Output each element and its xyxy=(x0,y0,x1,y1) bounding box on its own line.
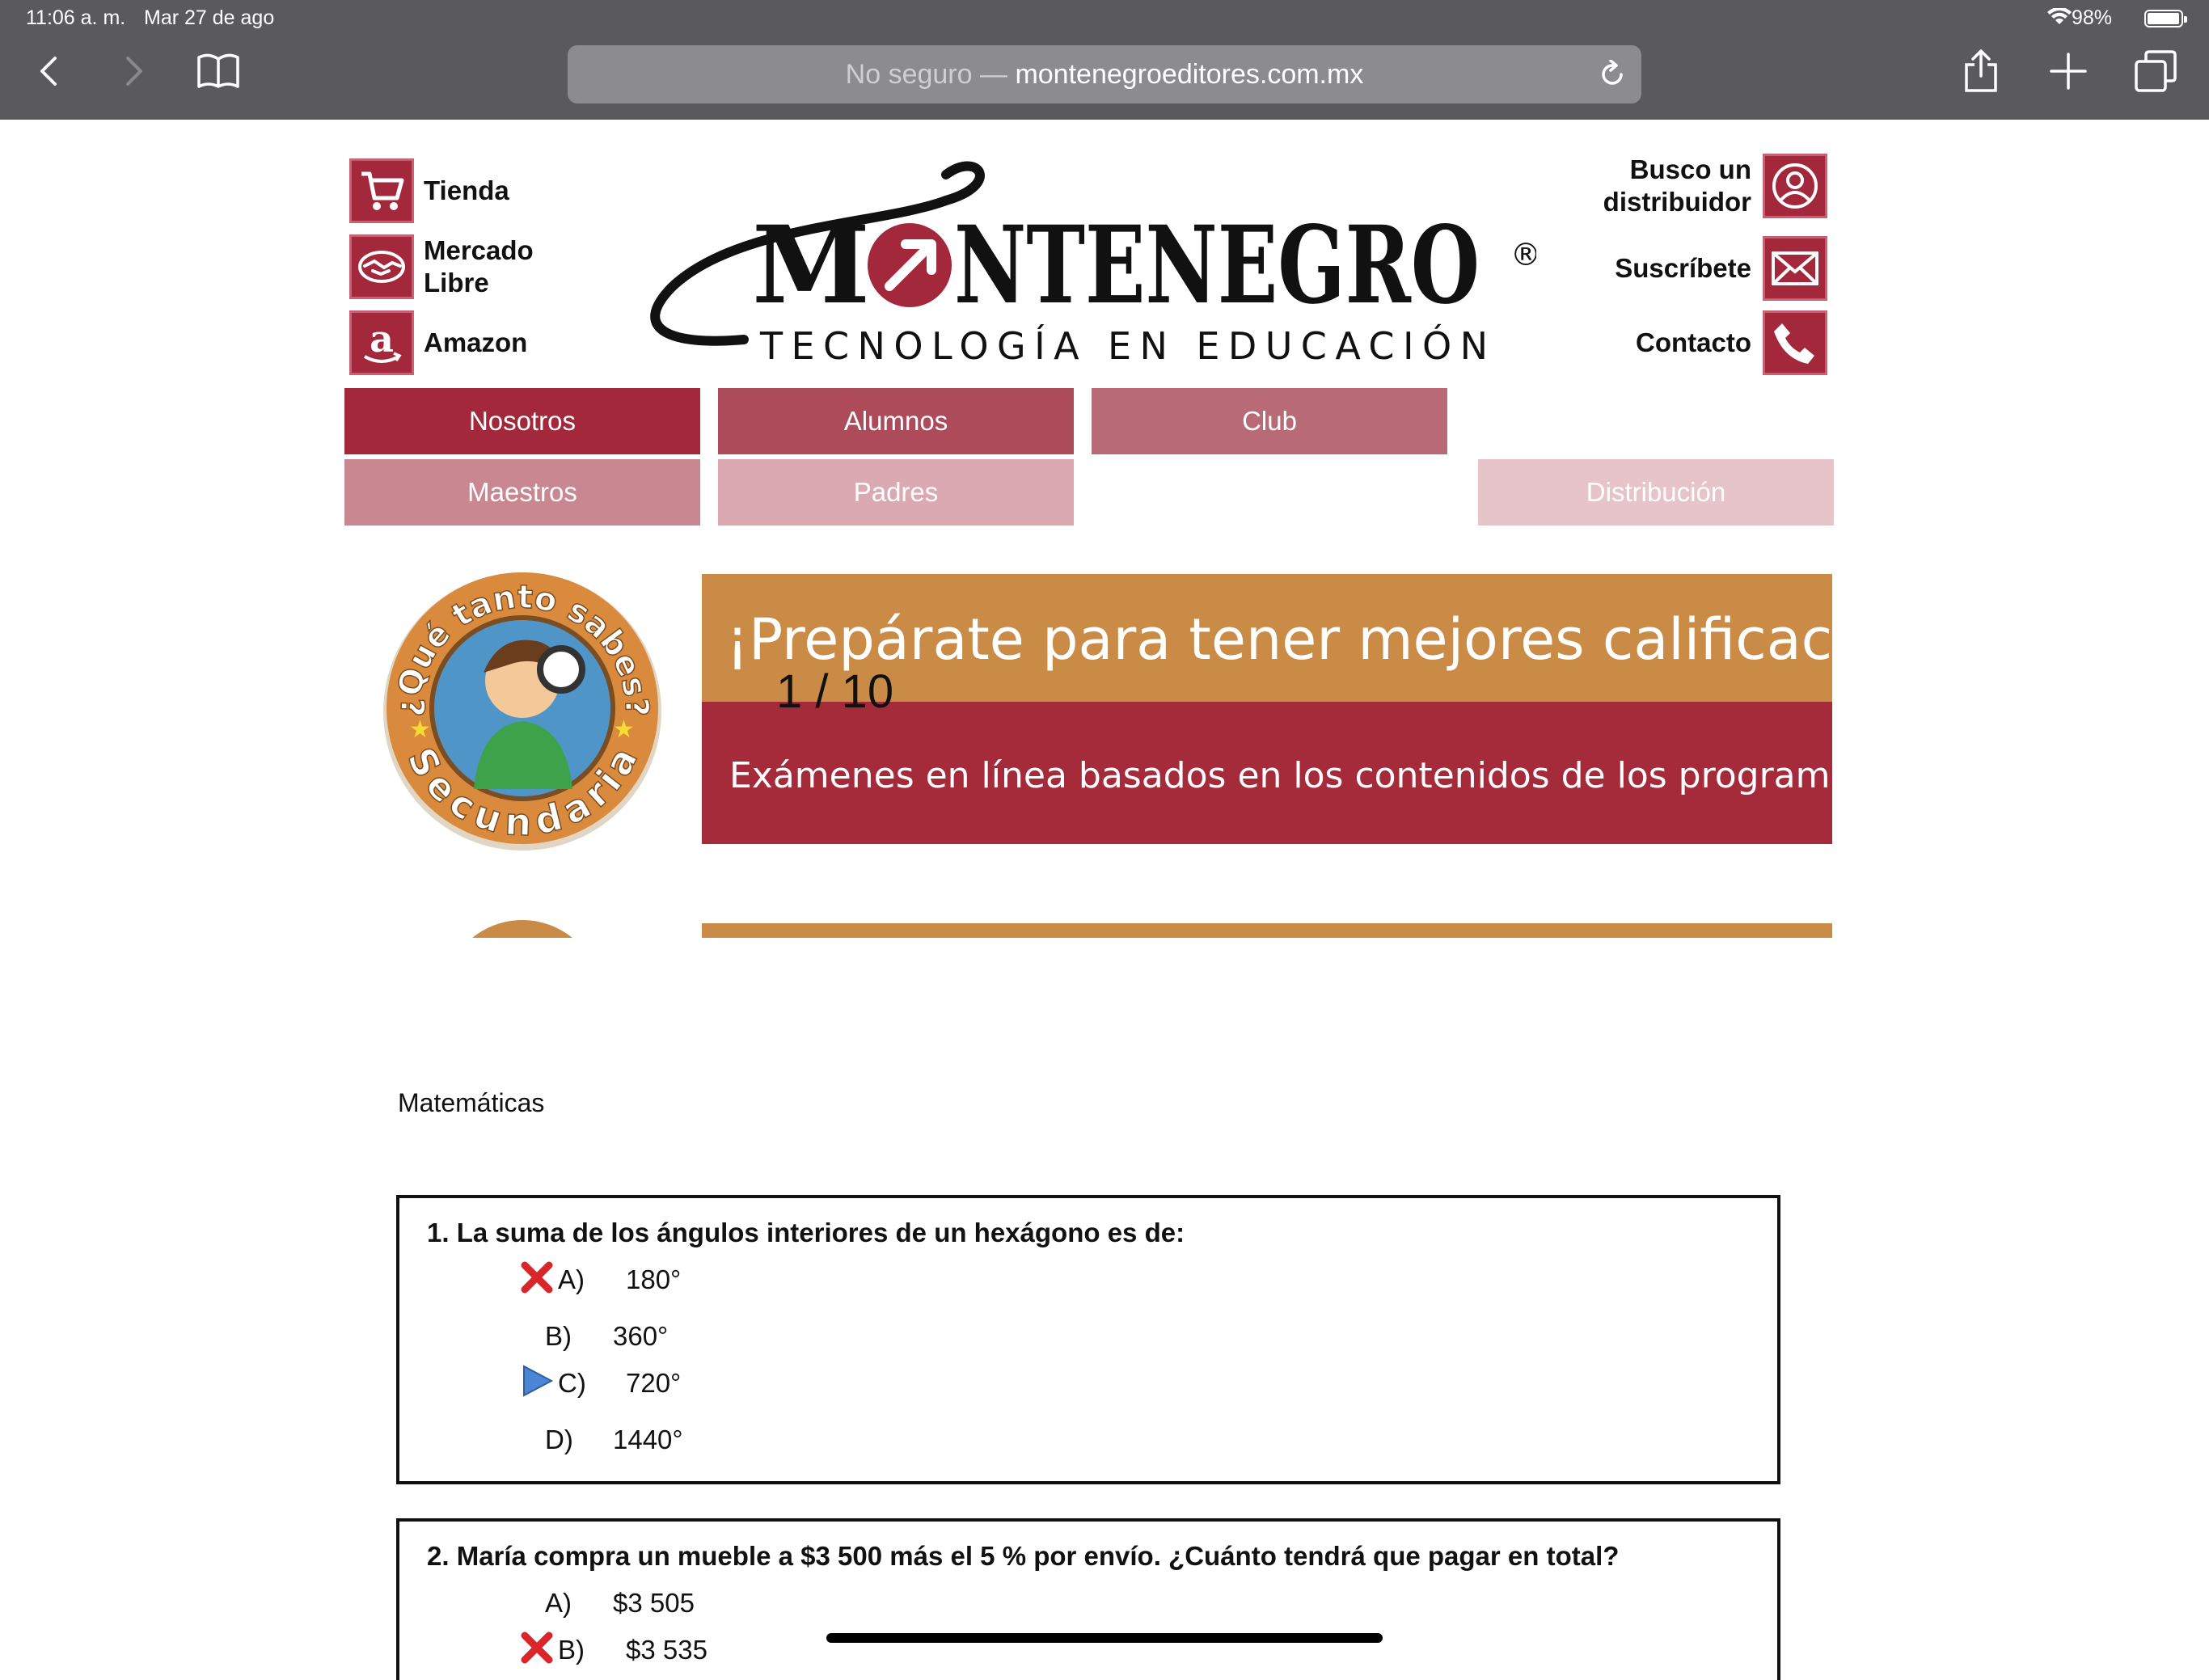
share-icon xyxy=(1965,49,1997,92)
status-date: Mar 27 de ago xyxy=(144,6,275,29)
correct-arrow-icon xyxy=(523,1365,554,1397)
forward-button[interactable] xyxy=(110,47,158,95)
shopping-cart-icon xyxy=(349,158,414,223)
tabs-icon xyxy=(2135,50,2177,92)
chevron-left-icon xyxy=(40,57,57,86)
nav-maestros[interactable]: Maestros xyxy=(344,459,700,526)
mercado-libre-link[interactable]: Mercado Libre xyxy=(349,234,585,299)
slider-banner-bottom[interactable]: Exámenes en línea basados en los conteni… xyxy=(702,702,1832,844)
tienda-link[interactable]: Tienda xyxy=(349,158,509,223)
svg-text:a: a xyxy=(370,318,394,361)
amazon-link[interactable]: a Amazon xyxy=(349,310,527,375)
next-slide-badge xyxy=(443,920,602,938)
back-button[interactable] xyxy=(24,47,73,95)
question-text: 2. María compra un mueble a $3 500 más e… xyxy=(427,1541,1620,1571)
chevron-right-icon xyxy=(126,57,142,86)
reload-icon xyxy=(1602,60,1623,85)
logo-m: M xyxy=(752,203,870,328)
handshake-icon xyxy=(349,234,414,299)
star-icon: ★ xyxy=(613,716,635,743)
url-bar[interactable]: No seguro — montenegroeditores.com.mx xyxy=(568,45,1641,103)
nav-alumnos[interactable]: Alumnos xyxy=(718,388,1074,454)
user-search-icon xyxy=(1763,154,1827,218)
slider-subline: Exámenes en línea basados en los conteni… xyxy=(729,755,1832,796)
wrong-x-icon xyxy=(521,1261,553,1294)
plus-icon xyxy=(2050,53,2087,90)
nav-nosotros[interactable]: Nosotros xyxy=(344,388,700,454)
montenegro-logo[interactable]: M NTENEGRO ® TECNOLOGÍA EN EDUCACIÓN xyxy=(639,152,1536,378)
nav-distribucion[interactable]: Distribución xyxy=(1478,459,1834,526)
nav-padres[interactable]: Padres xyxy=(718,459,1074,526)
logo-name: NTENEGRO xyxy=(954,203,1480,328)
bookmarks-button[interactable] xyxy=(194,47,243,95)
wrong-x-icon xyxy=(521,1631,553,1664)
magnifier-icon xyxy=(537,645,585,694)
nav-club[interactable]: Club xyxy=(1092,388,1447,454)
suscribete-label: Suscríbete xyxy=(1615,253,1751,283)
status-time: 11:06 a. m. xyxy=(26,6,126,29)
question-card-1: 1. La suma de los ángulos interiores de … xyxy=(396,1195,1780,1484)
tabs-button[interactable] xyxy=(2131,47,2180,95)
contacto-link[interactable]: Contacto xyxy=(1636,310,1827,375)
book-icon xyxy=(197,53,239,88)
distribuidor-label: Busco un distribuidor xyxy=(1603,154,1751,217)
phone-icon xyxy=(1763,310,1827,375)
envelope-icon xyxy=(1763,236,1827,301)
amazon-label: Amazon xyxy=(424,327,528,357)
question-card-2: 2. María compra un mueble a $3 500 más e… xyxy=(396,1518,1780,1680)
new-tab-button[interactable] xyxy=(2044,47,2093,95)
star-icon: ★ xyxy=(409,716,431,743)
browser-chrome: 11:06 a. m. Mar 27 de ago 98% No seguro … xyxy=(0,0,2209,120)
option-a[interactable]: A) 180° xyxy=(521,1261,681,1295)
option-b[interactable]: B) 360° xyxy=(545,1321,668,1352)
option-a[interactable]: A) $3 505 xyxy=(545,1588,695,1619)
que-tanto-sabes-badge[interactable]: ¿Qué tanto sabes? Secundaria ★ ★ xyxy=(378,568,666,855)
suscribete-link[interactable]: Suscríbete xyxy=(1615,236,1827,301)
tienda-label: Tienda xyxy=(424,175,509,205)
next-slide-banner xyxy=(702,923,1832,938)
url-security-label: No seguro — xyxy=(845,58,1007,90)
slide-counter: 1 / 10 xyxy=(776,665,894,718)
wifi-icon xyxy=(2047,6,2072,30)
option-b[interactable]: B) $3 535 xyxy=(521,1631,707,1665)
option-d[interactable]: D) 1440° xyxy=(545,1425,683,1455)
question-text: 1. La suma de los ángulos interiores de … xyxy=(427,1218,1185,1247)
url-domain: montenegroeditores.com.mx xyxy=(1015,58,1364,90)
option-c[interactable]: C) 720° xyxy=(523,1365,681,1399)
battery-percent: 98% xyxy=(2071,6,2112,29)
home-indicator[interactable] xyxy=(826,1633,1383,1643)
amazon-icon: a xyxy=(349,310,414,375)
logo-registered: ® xyxy=(1510,237,1536,272)
logo-tagline: TECNOLOGÍA EN EDUCACIÓN xyxy=(759,324,1488,368)
share-button[interactable] xyxy=(1957,47,2005,95)
contacto-label: Contacto xyxy=(1636,327,1751,357)
slider-headline: ¡Prepárate para tener mejores calificaci… xyxy=(726,606,1832,673)
mercado-libre-label: Mercado Libre xyxy=(424,235,534,298)
reload-button[interactable] xyxy=(1594,57,1630,92)
battery-icon xyxy=(2144,10,2187,27)
subject-title: Matemáticas xyxy=(398,1088,545,1117)
distribuidor-link[interactable]: Busco un distribuidor xyxy=(1590,154,1827,218)
